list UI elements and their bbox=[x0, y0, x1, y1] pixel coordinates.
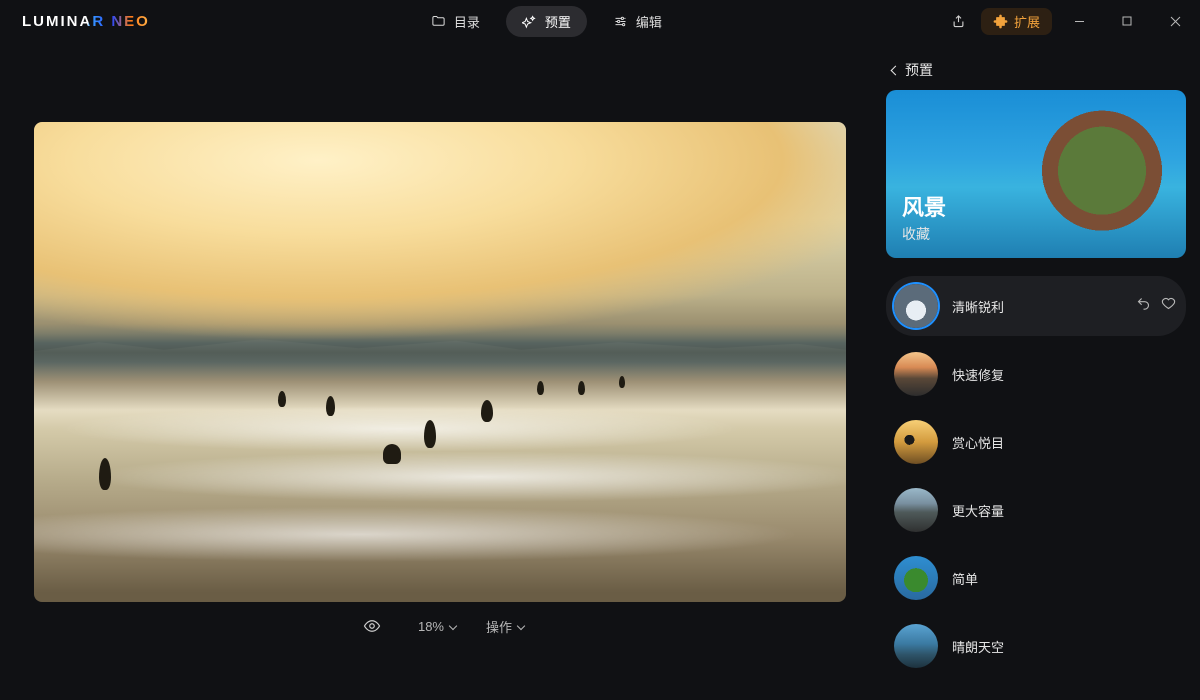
puzzle-icon bbox=[993, 14, 1008, 29]
mode-presets[interactable]: 预置 bbox=[506, 6, 587, 37]
share-button[interactable] bbox=[943, 7, 975, 35]
favorite-icon[interactable] bbox=[1161, 296, 1176, 316]
canvas-photo[interactable] bbox=[34, 122, 846, 602]
window-close[interactable] bbox=[1154, 7, 1196, 35]
preset-thumb bbox=[894, 624, 938, 668]
folder-icon bbox=[431, 14, 446, 29]
mode-presets-label: 预置 bbox=[545, 12, 571, 31]
panel-title: 预置 bbox=[905, 60, 933, 80]
chevron-down-icon bbox=[517, 622, 525, 630]
preset-label: 晴朗天空 bbox=[952, 637, 1176, 656]
preset-thumb bbox=[894, 556, 938, 600]
sliders-icon bbox=[613, 14, 628, 29]
preset-item[interactable]: 快速修复 bbox=[886, 344, 1186, 404]
zoom-dropdown[interactable]: 18% bbox=[418, 619, 456, 634]
chevron-down-icon bbox=[449, 622, 457, 630]
mode-catalog[interactable]: 目录 bbox=[415, 6, 496, 37]
app-logo: LUMINAR NEO bbox=[22, 13, 150, 30]
preset-thumb bbox=[894, 420, 938, 464]
operations-dropdown[interactable]: 操作 bbox=[486, 617, 524, 636]
preset-label: 快速修复 bbox=[952, 365, 1176, 384]
zoom-value: 18% bbox=[418, 619, 444, 634]
window-minimize[interactable] bbox=[1058, 7, 1100, 35]
extensions-button[interactable]: 扩展 bbox=[981, 8, 1052, 35]
window-maximize[interactable] bbox=[1106, 7, 1148, 35]
collection-subtitle: 收藏 bbox=[902, 224, 946, 244]
undo-icon[interactable] bbox=[1136, 296, 1151, 316]
mode-catalog-label: 目录 bbox=[454, 12, 480, 31]
minimize-icon bbox=[1074, 16, 1085, 27]
sparkle-icon bbox=[522, 14, 537, 29]
share-icon bbox=[951, 14, 966, 29]
preset-collection-card[interactable]: 风景 收藏 bbox=[886, 90, 1186, 258]
mode-edit-label: 编辑 bbox=[636, 12, 662, 31]
preset-thumb bbox=[894, 352, 938, 396]
preset-item[interactable]: 晴朗天空 bbox=[886, 616, 1186, 676]
chevron-left-icon bbox=[891, 65, 901, 75]
extensions-label: 扩展 bbox=[1014, 12, 1040, 31]
preset-label: 简单 bbox=[952, 569, 1176, 588]
eye-icon bbox=[363, 617, 381, 635]
toggle-preview-button[interactable] bbox=[356, 612, 388, 640]
preset-item[interactable]: 更大容量 bbox=[886, 480, 1186, 540]
mode-edit[interactable]: 编辑 bbox=[597, 6, 678, 37]
preset-label: 更大容量 bbox=[952, 501, 1176, 520]
preset-thumb bbox=[894, 284, 938, 328]
maximize-icon bbox=[1122, 16, 1132, 26]
preset-item[interactable]: 简单 bbox=[886, 548, 1186, 608]
operations-label: 操作 bbox=[486, 617, 512, 636]
preset-label: 赏心悦目 bbox=[952, 433, 1176, 452]
close-icon bbox=[1170, 16, 1181, 27]
collection-title: 风景 bbox=[902, 190, 946, 222]
preset-thumb bbox=[894, 488, 938, 532]
preset-label: 清晰锐利 bbox=[952, 297, 1122, 316]
preset-item[interactable]: 赏心悦目 bbox=[886, 412, 1186, 472]
preset-item[interactable]: 清晰锐利 bbox=[886, 276, 1186, 336]
presets-back-button[interactable]: 预置 bbox=[886, 56, 1186, 90]
